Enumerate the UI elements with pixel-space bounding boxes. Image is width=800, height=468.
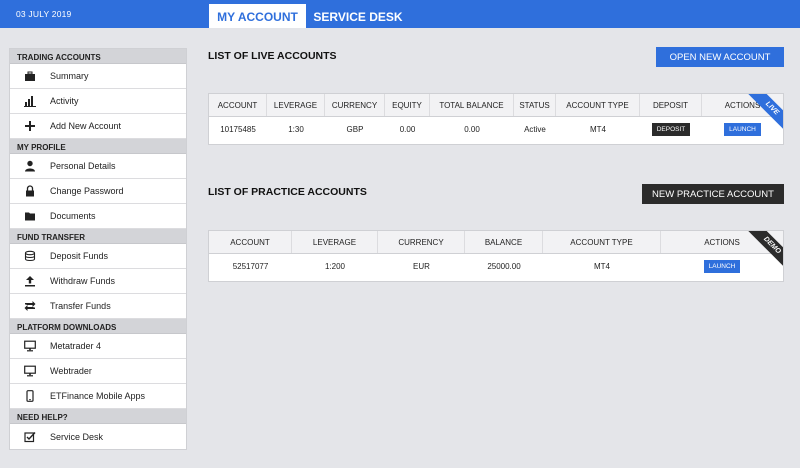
column-header: BALANCE bbox=[465, 231, 543, 253]
sidebar-item-add-new-account[interactable]: Add New Account bbox=[10, 114, 186, 139]
practice-accounts-title: LIST OF PRACTICE ACCOUNTS bbox=[208, 186, 367, 198]
column-header: TOTAL BALANCE bbox=[430, 94, 514, 116]
leverage-value: 1:30 bbox=[288, 124, 304, 134]
lock-icon bbox=[10, 185, 50, 197]
sidebar-section-my-profile: MY PROFILE bbox=[10, 139, 186, 154]
table-row: 52517077 1:200 EUR 25000.00 MT4 LAUNCH bbox=[209, 254, 783, 278]
sidebar-item-label: ETFinance Mobile Apps bbox=[50, 391, 146, 401]
sidebar-item-label: Deposit Funds bbox=[50, 251, 109, 261]
live-accounts-title: LIST OF LIVE ACCOUNTS bbox=[208, 50, 337, 62]
tab-my-account[interactable]: MY ACCOUNT bbox=[209, 4, 306, 28]
sidebar-section-fund-transfer: FUND TRANSFER bbox=[10, 229, 186, 244]
launch-button[interactable]: LAUNCH bbox=[724, 122, 761, 136]
sidebar-section-need-help: NEED HELP? bbox=[10, 409, 186, 424]
practice-accounts-table: ACCOUNT LEVERAGE CURRENCY BALANCE ACCOUN… bbox=[208, 230, 784, 282]
folder-icon bbox=[10, 210, 50, 222]
column-header: CURRENCY bbox=[378, 231, 465, 253]
total-balance-value: 0.00 bbox=[464, 124, 480, 134]
column-header: EQUITY bbox=[385, 94, 430, 116]
table-header-row: ACCOUNT LEVERAGE CURRENCY EQUITY TOTAL B… bbox=[209, 94, 783, 117]
column-header: ACCOUNT bbox=[209, 94, 267, 116]
status-value: Active bbox=[524, 124, 546, 134]
sidebar-item-label: Add New Account bbox=[50, 121, 122, 131]
sidebar-item-webtrader[interactable]: Webtrader bbox=[10, 359, 186, 384]
sidebar-item-label: Webtrader bbox=[50, 366, 92, 376]
monitor-icon bbox=[10, 365, 50, 377]
sidebar-item-etfinance-mobile-apps[interactable]: ETFinance Mobile Apps bbox=[10, 384, 186, 409]
sidebar-item-withdraw-funds[interactable]: Withdraw Funds bbox=[10, 269, 186, 294]
account-type-value: MT4 bbox=[590, 124, 606, 134]
upload-icon bbox=[10, 275, 50, 287]
top-bar: 03 JULY 2019 MY ACCOUNT SERVICE DESK bbox=[0, 0, 800, 28]
sidebar-item-label: Activity bbox=[50, 96, 79, 106]
briefcase-icon bbox=[10, 70, 50, 82]
column-header: CURRENCY bbox=[325, 94, 385, 116]
sidebar-item-label: Service Desk bbox=[50, 431, 104, 442]
user-icon bbox=[10, 160, 50, 172]
deposit-button[interactable]: DEPOSIT bbox=[651, 122, 691, 136]
deposit-cell: DEPOSIT bbox=[640, 117, 702, 141]
account-number: 52517077 bbox=[232, 261, 269, 271]
sidebar-item-label: Personal Details bbox=[50, 161, 116, 171]
sidebar-item-deposit-funds[interactable]: Deposit Funds bbox=[10, 244, 186, 269]
column-header: STATUS bbox=[514, 94, 556, 116]
sidebar-item-service-desk[interactable]: Service Desk bbox=[10, 424, 186, 449]
tab-service-desk[interactable]: SERVICE DESK bbox=[306, 4, 410, 28]
monitor-icon bbox=[10, 340, 50, 352]
balance-value: 25000.00 bbox=[487, 261, 521, 271]
sidebar-item-label: Change Password bbox=[50, 186, 124, 196]
live-accounts-table: ACCOUNT LEVERAGE CURRENCY EQUITY TOTAL B… bbox=[208, 93, 784, 145]
transfer-icon bbox=[10, 300, 50, 312]
sidebar-item-label: Summary bbox=[50, 71, 89, 81]
equity-value: 0.00 bbox=[399, 124, 416, 134]
launch-button[interactable]: LAUNCH bbox=[703, 259, 741, 273]
sidebar-item-label: Metatrader 4 bbox=[50, 341, 102, 351]
sidebar-item-label: Withdraw Funds bbox=[50, 276, 116, 286]
current-date: 03 JULY 2019 bbox=[16, 9, 72, 19]
actions-cell: LAUNCH bbox=[702, 117, 783, 141]
sidebar-item-documents[interactable]: Documents bbox=[10, 204, 186, 229]
sidebar-item-transfer-funds[interactable]: Transfer Funds bbox=[10, 294, 186, 319]
bar-chart-icon bbox=[10, 95, 50, 107]
new-practice-account-button[interactable]: NEW PRACTICE ACCOUNT bbox=[642, 184, 784, 204]
sidebar-item-personal-details[interactable]: Personal Details bbox=[10, 154, 186, 179]
sidebar-item-label: Transfer Funds bbox=[50, 301, 111, 311]
sidebar-item-activity[interactable]: Activity bbox=[10, 89, 186, 114]
mobile-icon bbox=[10, 390, 50, 402]
sidebar-section-trading-accounts: TRADING ACCOUNTS bbox=[10, 49, 186, 64]
checkbox-icon bbox=[10, 431, 50, 443]
column-header: ACCOUNT TYPE bbox=[556, 94, 640, 116]
sidebar-section-platform-downloads: PLATFORM DOWNLOADS bbox=[10, 319, 186, 334]
column-header: ACCOUNT bbox=[209, 231, 292, 253]
deposit-icon bbox=[10, 250, 50, 262]
plus-icon bbox=[10, 120, 50, 132]
account-number: 10175485 bbox=[220, 124, 256, 134]
sidebar-item-metatrader-4[interactable]: Metatrader 4 bbox=[10, 334, 186, 359]
column-header: DEPOSIT bbox=[640, 94, 702, 116]
sidebar-item-label: Documents bbox=[50, 211, 96, 221]
leverage-value: 1:200 bbox=[324, 261, 346, 271]
actions-cell: LAUNCH bbox=[661, 254, 783, 278]
column-header: LEVERAGE bbox=[267, 94, 325, 116]
currency-value: GBP bbox=[346, 124, 364, 134]
column-header: LEVERAGE bbox=[292, 231, 378, 253]
currency-value: EUR bbox=[413, 261, 430, 271]
open-new-account-button[interactable]: OPEN NEW ACCOUNT bbox=[656, 47, 784, 67]
sidebar-item-change-password[interactable]: Change Password bbox=[10, 179, 186, 204]
sidebar: TRADING ACCOUNTS Summary Activity Add Ne… bbox=[9, 48, 187, 450]
column-header: ACCOUNT TYPE bbox=[543, 231, 661, 253]
account-type-value: MT4 bbox=[594, 261, 610, 271]
table-row: 10175485 1:30 GBP 0.00 0.00 Active MT4 D… bbox=[209, 117, 783, 141]
sidebar-item-summary[interactable]: Summary bbox=[10, 64, 186, 89]
table-header-row: ACCOUNT LEVERAGE CURRENCY BALANCE ACCOUN… bbox=[209, 231, 783, 254]
